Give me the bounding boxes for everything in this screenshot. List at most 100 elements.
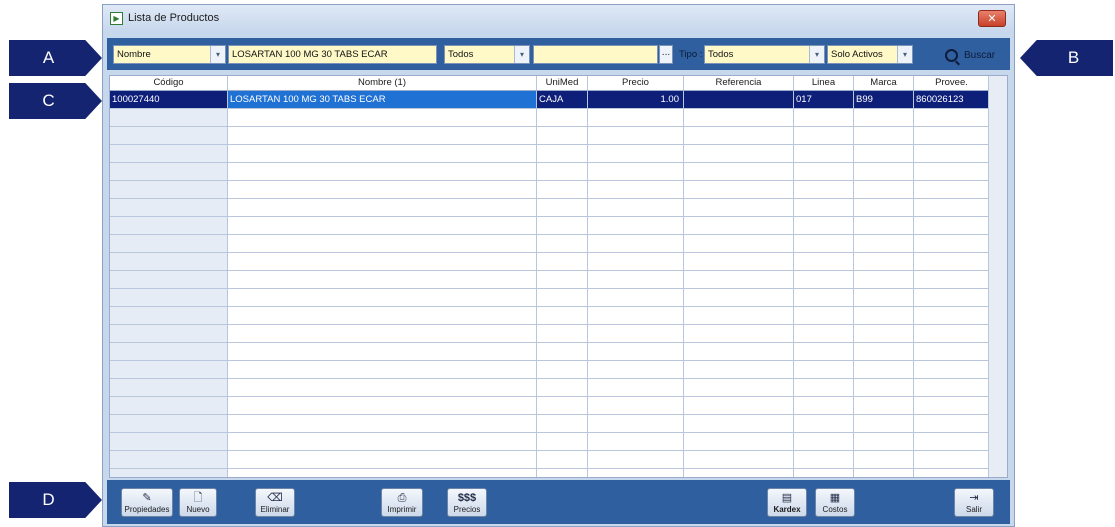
column-header-linea[interactable]: Linea — [794, 76, 854, 90]
empty-cell — [794, 433, 854, 450]
empty-cell — [588, 163, 684, 180]
empty-table-row[interactable] — [110, 289, 990, 307]
column-header-referencia[interactable]: Referencia — [684, 76, 794, 90]
status-select[interactable]: Solo Activos ▾ — [827, 45, 913, 64]
column-header-unimed[interactable]: UniMed — [537, 76, 588, 90]
cell-provee: 860026123 — [914, 91, 990, 108]
prices-button[interactable]: $$$ Precios — [447, 488, 487, 517]
column-header-precio[interactable]: Precio — [588, 76, 684, 90]
chevron-down-icon[interactable]: ▾ — [897, 46, 912, 63]
empty-table-row[interactable] — [110, 325, 990, 343]
product-list-window: ▶ Lista de Productos ✕ Nombre ▾ LOSARTAN… — [102, 4, 1015, 527]
delete-button[interactable]: ⌫ Eliminar — [255, 488, 295, 517]
empty-cell — [537, 217, 588, 234]
empty-cell — [537, 235, 588, 252]
exit-icon: ⇥ — [969, 492, 979, 504]
cell-marca: B99 — [854, 91, 914, 108]
empty-cell — [110, 127, 228, 144]
scope-select[interactable]: Todos ▾ — [444, 45, 530, 64]
empty-table-row[interactable] — [110, 217, 990, 235]
browse-button[interactable]: ... — [659, 45, 673, 64]
empty-cell — [110, 397, 228, 414]
empty-table-row[interactable] — [110, 343, 990, 361]
products-grid[interactable]: Código Nombre (1) UniMed Precio Referenc… — [109, 75, 1008, 478]
empty-table-row[interactable] — [110, 145, 990, 163]
empty-cell — [588, 433, 684, 450]
search-button[interactable]: Buscar — [945, 46, 995, 64]
empty-cell — [537, 181, 588, 198]
empty-cell — [794, 415, 854, 432]
cell-referencia — [684, 91, 794, 108]
empty-table-row[interactable] — [110, 307, 990, 325]
empty-table-row[interactable] — [110, 271, 990, 289]
callout-a-label: A — [42, 48, 55, 67]
empty-cell — [684, 109, 794, 126]
empty-table-row[interactable] — [110, 235, 990, 253]
empty-cell — [228, 325, 537, 342]
empty-cell — [537, 127, 588, 144]
chevron-down-icon[interactable]: ▾ — [210, 46, 225, 63]
chevron-down-icon[interactable]: ▾ — [514, 46, 529, 63]
empty-table-row[interactable] — [110, 181, 990, 199]
empty-table-row[interactable] — [110, 361, 990, 379]
empty-cell — [854, 307, 914, 324]
empty-table-row[interactable] — [110, 379, 990, 397]
empty-table-row[interactable] — [110, 433, 990, 451]
empty-cell — [854, 163, 914, 180]
empty-cell — [914, 199, 990, 216]
column-header-marca[interactable]: Marca — [854, 76, 914, 90]
close-button[interactable]: ✕ — [978, 10, 1006, 27]
empty-table-row[interactable] — [110, 127, 990, 145]
empty-cell — [228, 289, 537, 306]
empty-cell — [794, 379, 854, 396]
kardex-button[interactable]: ▤ Kardex — [767, 488, 807, 517]
chevron-down-icon[interactable]: ▾ — [809, 46, 824, 63]
empty-cell — [914, 181, 990, 198]
empty-table-row[interactable] — [110, 109, 990, 127]
exit-button[interactable]: ⇥ Salir — [954, 488, 994, 517]
vertical-scrollbar[interactable] — [988, 76, 1007, 477]
empty-table-row[interactable] — [110, 469, 990, 477]
callout-c: C — [9, 83, 102, 119]
empty-cell — [228, 433, 537, 450]
empty-cell — [794, 325, 854, 342]
empty-cell — [794, 289, 854, 306]
empty-table-row[interactable] — [110, 199, 990, 217]
empty-table-row[interactable] — [110, 163, 990, 181]
search-field-select[interactable]: Nombre ▾ — [113, 45, 226, 64]
column-header-nombre[interactable]: Nombre (1) — [228, 76, 537, 90]
empty-cell — [110, 109, 228, 126]
empty-cell — [914, 127, 990, 144]
empty-cell — [794, 343, 854, 360]
empty-cell — [537, 145, 588, 162]
empty-table-row[interactable] — [110, 397, 990, 415]
empty-cell — [854, 253, 914, 270]
table-row[interactable]: 100027440 LOSARTAN 100 MG 30 TABS ECAR C… — [110, 91, 990, 109]
print-button[interactable]: ⎙ Imprimir — [381, 488, 423, 517]
empty-table-row[interactable] — [110, 451, 990, 469]
empty-cell — [794, 253, 854, 270]
empty-cell — [684, 181, 794, 198]
properties-button[interactable]: ✎ Propiedades — [121, 488, 173, 517]
empty-cell — [914, 163, 990, 180]
new-button[interactable]: 🗋 Nuevo — [179, 488, 217, 517]
search-input[interactable]: LOSARTAN 100 MG 30 TABS ECAR — [228, 45, 437, 64]
empty-cell — [684, 199, 794, 216]
extra-filter-input[interactable] — [533, 45, 658, 64]
empty-cell — [684, 271, 794, 288]
empty-cell — [854, 379, 914, 396]
empty-cell — [794, 127, 854, 144]
tipo-select[interactable]: Todos ▾ — [704, 45, 825, 64]
empty-cell — [854, 325, 914, 342]
empty-cell — [588, 199, 684, 216]
empty-table-row[interactable] — [110, 415, 990, 433]
empty-table-row[interactable] — [110, 253, 990, 271]
empty-cell — [588, 307, 684, 324]
costs-button[interactable]: ▦ Costos — [815, 488, 855, 517]
empty-cell — [110, 181, 228, 198]
empty-cell — [794, 199, 854, 216]
empty-cell — [228, 199, 537, 216]
column-header-provee[interactable]: Provee. — [914, 76, 990, 90]
column-header-codigo[interactable]: Código — [110, 76, 228, 90]
empty-cell — [588, 253, 684, 270]
